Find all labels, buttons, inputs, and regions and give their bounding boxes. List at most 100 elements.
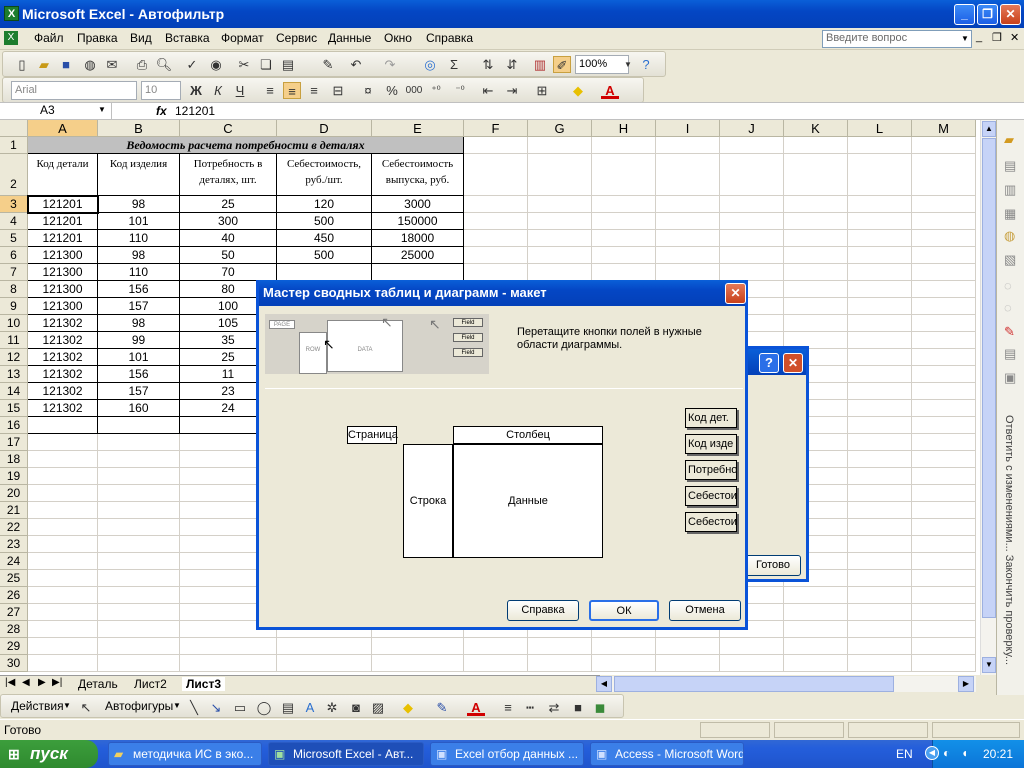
cell-m15[interactable] (912, 400, 976, 417)
maximize-button[interactable]: ❐ (977, 4, 998, 25)
pane-icon-9[interactable]: ✎ (1004, 324, 1015, 340)
data-cell-a8[interactable]: 121300 (28, 281, 98, 298)
data-cell-e7[interactable] (372, 264, 464, 281)
diagram-icon[interactable]: ✲ (323, 699, 341, 716)
language-indicator[interactable]: EN (896, 747, 913, 761)
cell-a22[interactable] (28, 519, 98, 536)
doc-excel-icon[interactable]: X (4, 31, 18, 45)
cell-l16[interactable] (848, 417, 912, 434)
name-box[interactable]: A3 (2, 103, 112, 119)
data-cell-c5[interactable]: 40 (180, 230, 277, 247)
cell-m5[interactable] (912, 230, 976, 247)
row-header-30[interactable]: 30 (0, 655, 28, 672)
cell-j5[interactable] (720, 230, 784, 247)
column-header-j[interactable]: J (720, 120, 784, 137)
formula-input[interactable]: 121201 (175, 104, 215, 118)
cell-i29[interactable] (656, 638, 720, 655)
clipart-icon[interactable]: ◙ (347, 699, 365, 716)
cell-l11[interactable] (848, 332, 912, 349)
cell-h5[interactable] (592, 230, 656, 247)
align-left-icon[interactable]: ≡ (261, 82, 279, 99)
last-sheet-icon[interactable]: ▶| (52, 677, 62, 688)
help-icon[interactable]: ? (637, 56, 655, 73)
ask-question-input[interactable]: Введите вопрос (822, 30, 972, 48)
zoom-dropdown-icon[interactable]: ▼ (619, 56, 637, 73)
cell-b20[interactable] (98, 485, 180, 502)
cell-k30[interactable] (784, 655, 848, 672)
data-cell-b9[interactable]: 157 (98, 298, 180, 315)
pane-icon-2[interactable]: ▤ (1004, 158, 1016, 174)
menu-data[interactable]: Данные (328, 31, 371, 45)
column-header-a[interactable]: A (28, 120, 98, 137)
cell-m2[interactable] (912, 154, 976, 196)
tab-detal[interactable]: Деталь (78, 677, 118, 691)
pane-icon-1[interactable]: ▰ (1004, 132, 1014, 148)
cell-k29[interactable] (784, 638, 848, 655)
increase-indent-icon[interactable]: ⇥ (503, 82, 521, 99)
column-header-m[interactable]: M (912, 120, 976, 137)
cell-a18[interactable] (28, 451, 98, 468)
select-all-corner[interactable] (0, 120, 28, 137)
row-header-1[interactable]: 1 (0, 137, 28, 154)
cell-m23[interactable] (912, 536, 976, 553)
excel-icon[interactable]: X (4, 6, 19, 21)
cell-m1[interactable] (912, 137, 976, 154)
cell-l12[interactable] (848, 349, 912, 366)
data-cell-b6[interactable]: 98 (98, 247, 180, 264)
help-button[interactable]: Справка (507, 600, 579, 621)
cell-f4[interactable] (464, 213, 528, 230)
cell-i1[interactable] (656, 137, 720, 154)
data-cell-a15[interactable]: 121302 (28, 400, 98, 417)
cell-a24[interactable] (28, 553, 98, 570)
font-color-icon[interactable]: A (601, 82, 619, 99)
cell-l20[interactable] (848, 485, 912, 502)
fill-color-icon[interactable]: ◆ (569, 82, 587, 99)
step3-close-button[interactable]: ✕ (783, 353, 803, 373)
cell-l28[interactable] (848, 621, 912, 638)
row-header-23[interactable]: 23 (0, 536, 28, 553)
autosum-icon[interactable]: Σ (445, 56, 463, 73)
cell-h6[interactable] (592, 247, 656, 264)
cell-m9[interactable] (912, 298, 976, 315)
sheet-title-cell[interactable]: Ведомость расчета потребности в деталях (28, 137, 464, 154)
data-cell-a9[interactable]: 121300 (28, 298, 98, 315)
cell-f1[interactable] (464, 137, 528, 154)
cell-i3[interactable] (656, 196, 720, 213)
cell-l15[interactable] (848, 400, 912, 417)
cell-h4[interactable] (592, 213, 656, 230)
cell-i5[interactable] (656, 230, 720, 247)
row-header-19[interactable]: 19 (0, 468, 28, 485)
cell-j1[interactable] (720, 137, 784, 154)
sort-desc-icon[interactable]: ⇵ (503, 56, 521, 73)
cell-a26[interactable] (28, 587, 98, 604)
cell-i30[interactable] (656, 655, 720, 672)
cell-a23[interactable] (28, 536, 98, 553)
textbox-icon[interactable]: ▤ (279, 699, 297, 716)
page-drop-zone[interactable]: Страница (347, 426, 398, 444)
line-color-icon[interactable]: ✎ (433, 699, 451, 716)
dash-style-icon[interactable]: ┅ (521, 699, 539, 716)
row-header-29[interactable]: 29 (0, 638, 28, 655)
row-header-25[interactable]: 25 (0, 570, 28, 587)
menu-format[interactable]: Формат (221, 31, 264, 45)
pane-icon-8[interactable]: ◌ (1004, 300, 1012, 315)
cell-m12[interactable] (912, 349, 976, 366)
picture-icon[interactable]: ▨ (369, 699, 387, 716)
cell-j7[interactable] (720, 264, 784, 281)
cell-m22[interactable] (912, 519, 976, 536)
row-header-20[interactable]: 20 (0, 485, 28, 502)
cell-k9[interactable] (784, 298, 848, 315)
cut-icon[interactable]: ✂ (235, 56, 253, 73)
cell-b24[interactable] (98, 553, 180, 570)
cell-l27[interactable] (848, 604, 912, 621)
cell-g29[interactable] (528, 638, 592, 655)
cell-l17[interactable] (848, 434, 912, 451)
cell-l2[interactable] (848, 154, 912, 196)
chart-wizard-icon[interactable]: ▥ (531, 56, 549, 73)
header-cell-b[interactable]: Код изделия (98, 154, 180, 196)
cell-a21[interactable] (28, 502, 98, 519)
cell-b23[interactable] (98, 536, 180, 553)
ask-dropdown-icon[interactable]: ▼ (959, 32, 971, 46)
cell-b29[interactable] (98, 638, 180, 655)
cell-m8[interactable] (912, 281, 976, 298)
